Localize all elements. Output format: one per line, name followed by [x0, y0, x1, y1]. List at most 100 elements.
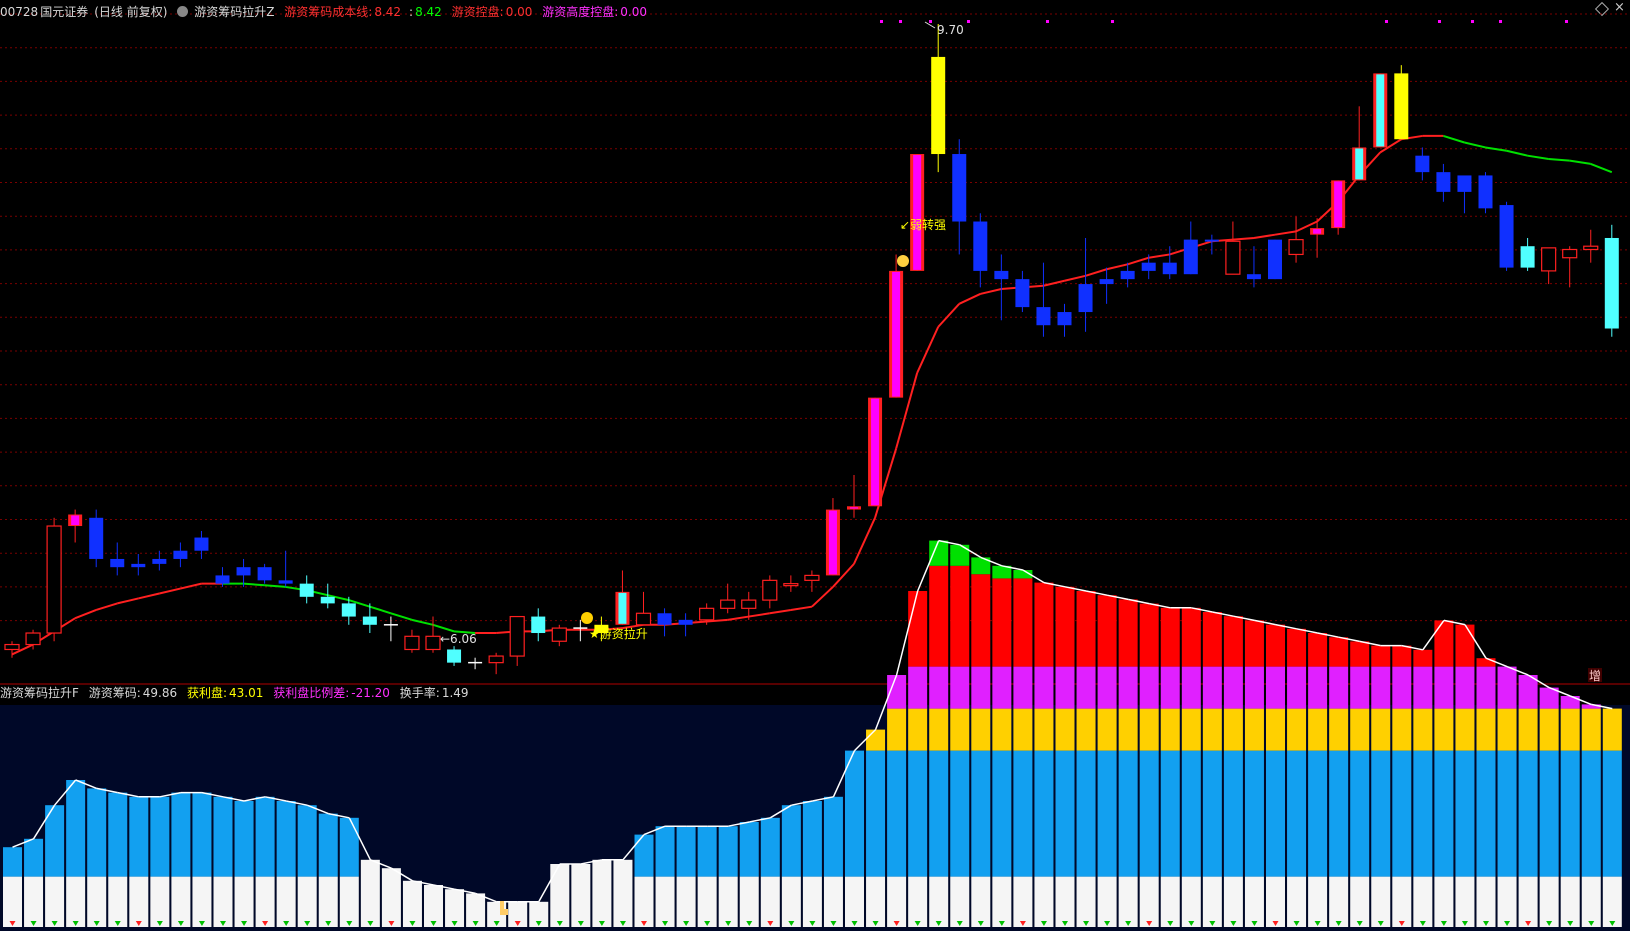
- candle-body: [1499, 205, 1514, 268]
- cost-line-segment: [180, 582, 202, 590]
- candle-body: [131, 563, 146, 568]
- chips-bar-segment: [718, 826, 738, 877]
- chips-bar-segment: [1181, 876, 1201, 927]
- chips-bar-segment: [1202, 612, 1222, 667]
- turnover-value: 1.49: [441, 686, 469, 700]
- candle-body: [741, 599, 757, 609]
- gear-icon[interactable]: [177, 6, 189, 17]
- chips-bar-segment: [1223, 876, 1243, 927]
- chips-bar-segment: [339, 876, 359, 927]
- chips-bar-segment: [1476, 750, 1496, 877]
- main-indicator-name[interactable]: 游资筹码拉升Z: [194, 5, 274, 19]
- candle-body: [320, 596, 335, 604]
- candlestick-chart[interactable]: 9.70←6.06↙弱转强★游资拉升涨增: [0, 0, 1630, 931]
- chips-bar-segment: [1034, 876, 1054, 927]
- chips-bar-segment: [1076, 708, 1096, 751]
- cost-line-segment: [937, 303, 960, 328]
- chips-bar-segment: [1118, 750, 1138, 877]
- high-control-value: 0.00: [620, 5, 647, 19]
- chips-bar-segment: [1097, 666, 1117, 709]
- chips-bar-segment: [866, 876, 886, 927]
- candle-body-inner: [871, 398, 880, 506]
- chips-bar-segment: [1581, 876, 1601, 927]
- chips-bar-segment: [1581, 750, 1601, 877]
- chips-bar-segment: [1308, 876, 1328, 927]
- candle-body: [299, 583, 314, 597]
- chips-bar-segment: [1560, 750, 1580, 877]
- chips-bar-segment: [866, 729, 886, 751]
- cost-line-segment: [95, 602, 118, 611]
- chips-bar-segment: [1350, 708, 1370, 751]
- candle-body: [657, 613, 672, 625]
- chips-bar-segment: [381, 868, 401, 927]
- chips-bar-segment: [1371, 708, 1391, 751]
- top-marker-dot: [1565, 20, 1568, 23]
- profit-value: 43.01: [229, 686, 264, 700]
- chips-bar-segment: [1308, 666, 1328, 709]
- candle-body: [215, 575, 230, 584]
- chips-bar-segment: [1350, 876, 1370, 927]
- chips-bar-segment: [1013, 708, 1033, 751]
- chips-bar-segment: [929, 540, 949, 566]
- candle-body: [110, 558, 125, 568]
- turnover-label: 换手率:: [399, 686, 440, 700]
- chips-bar-segment: [1076, 750, 1096, 877]
- cost-line-segment: [1232, 236, 1255, 241]
- chips-bar-segment: [971, 876, 991, 927]
- chips-bar-segment: [613, 859, 633, 927]
- chips-bar-segment: [929, 565, 949, 667]
- chips-bar-segment: [1287, 708, 1307, 751]
- candle-body: [1562, 248, 1578, 259]
- chips-bar-segment: [1539, 876, 1559, 927]
- chips-bar-segment: [1076, 591, 1096, 667]
- chips-bar-segment: [276, 801, 296, 877]
- chips-bar-segment: [1013, 876, 1033, 927]
- chips-bar-segment: [1160, 666, 1180, 709]
- candle-body-inner: [1355, 148, 1364, 180]
- chips-bar-segment: [1223, 750, 1243, 877]
- chips-bar-segment: [276, 876, 296, 927]
- chips-bar-segment: [1455, 624, 1475, 667]
- chips-bar-segment: [1118, 876, 1138, 927]
- chips-bar-segment: [192, 876, 212, 927]
- cost-line-segment: [1569, 159, 1591, 165]
- chips-bar-segment: [1329, 708, 1349, 751]
- chips-bar-segment: [950, 876, 970, 927]
- chips-bar-segment: [1055, 666, 1075, 709]
- control-value: 0.00: [505, 5, 533, 19]
- chips-bar-segment: [887, 876, 907, 927]
- chips-bar-segment: [781, 805, 801, 877]
- sub-indicator-name[interactable]: 游资筹码拉升F: [0, 686, 79, 700]
- candle-body: [1015, 279, 1030, 308]
- chips-bar-segment: [950, 750, 970, 877]
- stock-code[interactable]: 00728: [0, 5, 38, 19]
- chips-bar-segment: [992, 750, 1012, 877]
- chips-bar-segment: [950, 666, 970, 709]
- candle-body: [952, 154, 967, 222]
- cost-line-segment: [853, 517, 876, 565]
- chips-bar-segment: [971, 750, 991, 877]
- chips-bar-segment: [24, 876, 44, 927]
- chips-bar-segment: [234, 876, 254, 927]
- candle-body: [425, 635, 441, 651]
- chips-bar-segment: [192, 792, 212, 877]
- chips-bar-segment: [1497, 666, 1517, 709]
- chips-bar-segment: [845, 750, 864, 877]
- chips-bar-segment: [1518, 876, 1538, 927]
- chips-bar-segment: [1181, 708, 1201, 751]
- high-control-label: 游资高度控盘:: [542, 5, 619, 19]
- chips-bar-segment: [1350, 666, 1370, 709]
- chips-bar-segment: [255, 796, 275, 877]
- chips-bar-segment: [45, 876, 65, 927]
- chips-bar-segment: [1476, 658, 1496, 667]
- chips-bar-segment: [402, 880, 422, 927]
- chips-bar-segment: [1055, 876, 1075, 927]
- stock-name[interactable]: 国元证券: [40, 5, 88, 19]
- candle-body-inner: [1376, 74, 1385, 147]
- chips-bar-segment: [24, 838, 44, 877]
- chips-bar-segment: [634, 834, 654, 877]
- chips-bar-segment: [739, 876, 759, 927]
- chips-bar-segment: [1539, 750, 1559, 877]
- cost-line-segment: [411, 618, 434, 626]
- sub-chart-title-bar: 游资筹码拉升F 游资筹码: 49.86 获利盘: 43.01 获利盘比例差: -21.…: [0, 683, 475, 703]
